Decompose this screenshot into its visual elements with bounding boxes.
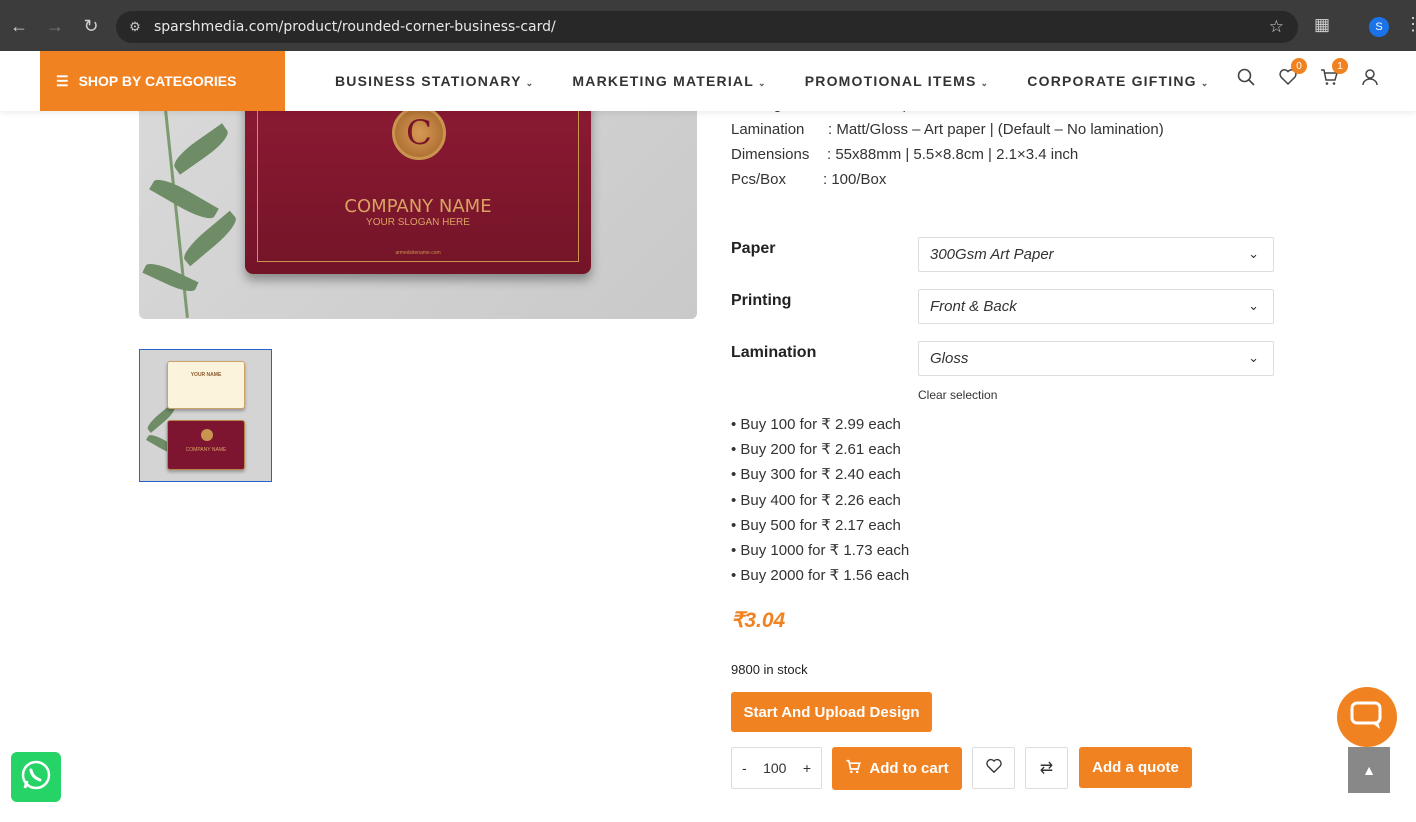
company-logo: C bbox=[392, 106, 446, 160]
chat-icon bbox=[1350, 700, 1384, 735]
account-icon[interactable] bbox=[1361, 68, 1379, 91]
quantity-stepper: - 100 + bbox=[731, 747, 822, 789]
wishlist-count-badge: 0 bbox=[1291, 58, 1307, 74]
chevron-down-icon: ⌄ bbox=[1248, 246, 1259, 261]
lamination-label: Lamination bbox=[731, 344, 817, 361]
thumb-card-red: COMPANY NAME bbox=[167, 420, 245, 470]
qty-minus-button[interactable]: - bbox=[742, 760, 747, 776]
add-a-quote-button[interactable]: Add a quote bbox=[1079, 747, 1192, 788]
list-item: • Buy 200 for ₹ 2.61 each bbox=[731, 441, 901, 459]
business-card-red: C COMPANY NAME YOUR SLOGAN HERE armedsit… bbox=[245, 100, 591, 274]
list-item: • Buy 1000 for ₹ 1.73 each bbox=[731, 541, 910, 559]
start-upload-design-button[interactable]: Start And Upload Design bbox=[731, 692, 932, 732]
chevron-down-icon: ⌄ bbox=[757, 78, 767, 88]
spec-row: Pcs/Box: 100/Box bbox=[731, 171, 887, 188]
product-specs: Printing: Front side | Front & Back Lami… bbox=[731, 96, 1164, 196]
lamination-select[interactable]: Gloss ⌄ bbox=[918, 341, 1274, 376]
list-item: • Buy 500 for ₹ 2.17 each bbox=[731, 516, 901, 534]
nav-promotional-items[interactable]: PROMOTIONAL ITEMS ⌄ bbox=[805, 73, 990, 89]
chevron-down-icon: ⌄ bbox=[1248, 298, 1259, 313]
main-nav: BUSINESS STATIONARY ⌄ MARKETING MATERIAL ⌄… bbox=[335, 51, 1248, 111]
nav-corporate-gifting[interactable]: CORPORATE GIFTING ⌄ bbox=[1027, 73, 1209, 89]
stock-status: 9800 in stock bbox=[731, 662, 808, 677]
heart-icon bbox=[985, 758, 1002, 779]
browser-menu-icon[interactable]: ⋮ bbox=[1404, 14, 1416, 35]
chevron-down-icon: ⌄ bbox=[1248, 350, 1259, 365]
thumb-card-cream: YOUR NAME bbox=[167, 361, 245, 409]
list-icon: ☰ bbox=[56, 72, 69, 89]
add-to-wishlist-button[interactable] bbox=[972, 747, 1015, 789]
chat-widget-button[interactable] bbox=[1337, 687, 1397, 747]
nav-marketing-material[interactable]: MARKETING MATERIAL ⌄ bbox=[572, 73, 766, 89]
forward-icon[interactable]: → bbox=[37, 8, 73, 44]
list-item: • Buy 100 for ₹ 2.99 each bbox=[731, 416, 901, 433]
cart-icon bbox=[845, 759, 862, 778]
whatsapp-icon bbox=[19, 758, 53, 797]
cart-icon[interactable]: 1 bbox=[1320, 58, 1348, 91]
cart-count-badge: 1 bbox=[1332, 58, 1348, 74]
product-main-image[interactable]: C COMPANY NAME YOUR SLOGAN HERE armedsit… bbox=[139, 100, 697, 319]
chevron-up-icon: ▲ bbox=[1362, 762, 1376, 778]
reload-icon[interactable]: ↻ bbox=[73, 8, 109, 44]
add-to-cart-button[interactable]: Add to cart bbox=[832, 747, 962, 790]
shop-by-categories-label: SHOP BY CATEGORIES bbox=[78, 73, 237, 89]
printing-label: Printing bbox=[731, 292, 792, 309]
back-icon[interactable]: ← bbox=[1, 8, 37, 44]
card-website: armedsitename.com bbox=[395, 250, 441, 256]
spec-row: Lamination: Matt/Gloss – Art paper | (De… bbox=[731, 121, 1164, 138]
printing-select[interactable]: Front & Back ⌄ bbox=[918, 289, 1274, 324]
add-to-cart-label: Add to cart bbox=[869, 760, 949, 777]
price-tiers: • Buy 100 for ₹ 2.99 each • Buy 200 for … bbox=[731, 415, 909, 591]
whatsapp-button[interactable] bbox=[11, 752, 61, 802]
profile-avatar[interactable]: S bbox=[1369, 17, 1389, 37]
spec-row: Dimensions: 55x88mm | 5.5×8.8cm | 2.1×3.… bbox=[731, 146, 1079, 163]
shuffle-icon: ⇄ bbox=[1039, 760, 1054, 777]
shop-by-categories-button[interactable]: ☰ SHOP BY CATEGORIES bbox=[40, 51, 285, 111]
list-item: • Buy 300 for ₹ 2.40 each bbox=[731, 466, 901, 484]
search-icon[interactable] bbox=[1237, 68, 1255, 91]
address-bar[interactable]: ⚙ sparshmedia.com/product/rounded-corner… bbox=[116, 11, 1298, 43]
qty-plus-button[interactable]: + bbox=[803, 760, 811, 776]
nav-business-stationary[interactable]: BUSINESS STATIONARY ⌄ bbox=[335, 73, 534, 89]
list-item: • Buy 2000 for ₹ 1.56 each bbox=[731, 567, 910, 585]
extensions-icon[interactable]: ▦ bbox=[1314, 15, 1336, 37]
site-header: ☰ SHOP BY CATEGORIES BUSINESS STATIONARY… bbox=[0, 51, 1416, 111]
paper-select[interactable]: 300Gsm Art Paper ⌄ bbox=[918, 237, 1274, 272]
clear-selection-link[interactable]: Clear selection bbox=[918, 388, 997, 402]
chevron-down-icon: ⌄ bbox=[525, 78, 535, 88]
wishlist-icon[interactable]: 0 bbox=[1279, 58, 1307, 91]
chevron-down-icon: ⌄ bbox=[1200, 78, 1210, 88]
list-item: • Buy 400 for ₹ 2.26 each bbox=[731, 491, 901, 509]
chevron-down-icon: ⌄ bbox=[980, 78, 990, 88]
qty-input[interactable]: 100 bbox=[763, 760, 786, 776]
card-slogan: YOUR SLOGAN HERE bbox=[366, 217, 470, 228]
url-text[interactable]: sparshmedia.com/product/rounded-corner-b… bbox=[154, 19, 556, 35]
product-thumbnail[interactable]: YOUR NAME COMPANY NAME bbox=[139, 349, 272, 482]
back-to-top-button[interactable]: ▲ bbox=[1348, 747, 1390, 793]
product-price: ₹3.04 bbox=[731, 609, 786, 632]
card-company-name: COMPANY NAME bbox=[344, 196, 492, 217]
browser-toolbar: ← → ↻ ⚙ sparshmedia.com/product/rounded-… bbox=[0, 0, 1416, 51]
compare-button[interactable]: ⇄ bbox=[1025, 747, 1068, 789]
bookmark-star-icon[interactable]: ☆ bbox=[1269, 17, 1284, 37]
paper-label: Paper bbox=[731, 240, 776, 257]
site-info-icon[interactable]: ⚙ bbox=[124, 19, 146, 35]
